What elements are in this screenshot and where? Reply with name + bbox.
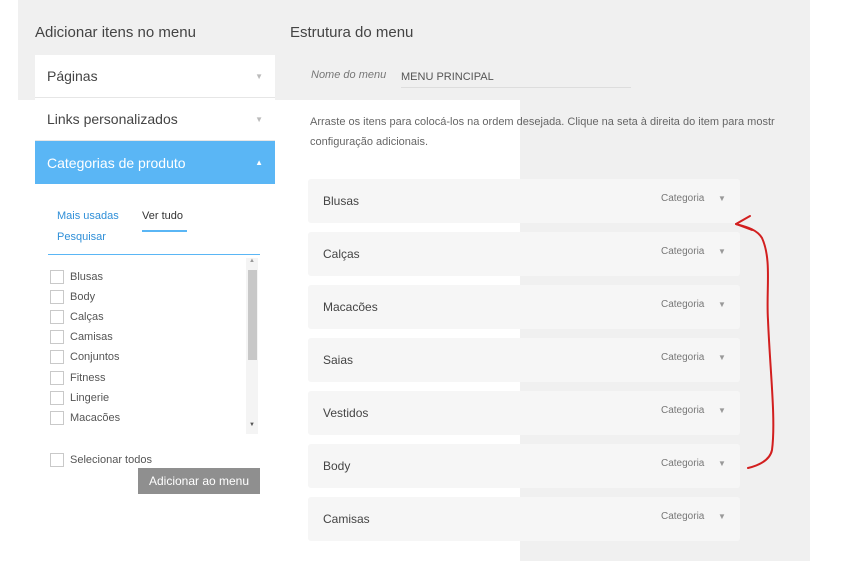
caret-down-icon[interactable]: ▼ xyxy=(718,512,726,521)
category-label: Fitness xyxy=(70,372,106,384)
caret-down-icon[interactable]: ▼ xyxy=(718,247,726,256)
accordion-label: Links personalizados xyxy=(47,111,178,127)
menu-item[interactable]: Body Categoria ▼ xyxy=(308,444,740,488)
menu-item-type: Categoria xyxy=(661,352,705,363)
category-option[interactable]: Body xyxy=(50,288,95,306)
instructions: Arraste os itens para colocá-los na orde… xyxy=(310,112,815,152)
menu-item-title: Vestidos xyxy=(323,406,369,420)
scroll-down-icon[interactable]: ▼ xyxy=(249,422,255,428)
caret-up-icon: ▲ xyxy=(255,158,263,167)
menu-item[interactable]: Saias Categoria ▼ xyxy=(308,338,740,382)
accordion-label: Páginas xyxy=(47,68,98,84)
scroll-up-icon[interactable]: ▲ xyxy=(249,258,255,264)
category-label: Camisas xyxy=(70,331,113,343)
menu-name-bar: Nome do menu xyxy=(290,55,810,100)
menu-item-title: Blusas xyxy=(323,194,360,208)
checkbox[interactable] xyxy=(50,411,64,425)
category-label: Body xyxy=(70,291,96,303)
menu-item-type: Categoria xyxy=(661,405,705,416)
instructions-line: Arraste os itens para colocá-los na orde… xyxy=(310,116,775,128)
caret-down-icon[interactable]: ▼ xyxy=(718,194,726,203)
menu-item-type: Categoria xyxy=(661,246,705,257)
category-label: Lingerie xyxy=(70,392,110,404)
menu-item-type: Categoria xyxy=(661,511,705,522)
select-all-label: Selecionar todos xyxy=(70,454,152,466)
caret-down-icon: ▼ xyxy=(255,71,263,81)
checkbox[interactable] xyxy=(50,453,64,467)
category-label: Macacões xyxy=(70,412,121,424)
caret-down-icon[interactable]: ▼ xyxy=(718,406,726,415)
accordion-label: Categorias de produto xyxy=(47,154,186,171)
menu-item[interactable]: Macacões Categoria ▼ xyxy=(308,285,740,329)
menu-item-title: Saias xyxy=(323,353,354,367)
add-to-menu-button[interactable]: Adicionar ao menu xyxy=(138,468,260,494)
menu-name-label: Nome do menu xyxy=(311,69,387,81)
instructions-line: configuração adicionais. xyxy=(310,136,429,148)
annotation-arrow xyxy=(735,215,775,469)
menu-item[interactable]: Vestidos Categoria ▼ xyxy=(308,391,740,435)
menu-item-title: Macacões xyxy=(323,300,378,314)
caret-down-icon: ▼ xyxy=(255,114,263,124)
caret-down-icon[interactable]: ▼ xyxy=(718,459,726,468)
category-option[interactable]: Blusas xyxy=(50,268,103,286)
category-option[interactable]: Calças xyxy=(50,308,104,326)
category-option[interactable]: Camisas xyxy=(50,328,113,346)
menu-item-title: Body xyxy=(323,459,351,473)
checkbox[interactable] xyxy=(50,330,64,344)
menu-name-input[interactable] xyxy=(401,67,631,88)
accordion-pages[interactable]: Páginas ▼ xyxy=(35,55,275,98)
checkbox[interactable] xyxy=(50,310,64,324)
category-label: Blusas xyxy=(70,271,104,283)
menu-item-type: Categoria xyxy=(661,458,705,469)
category-option[interactable]: Conjuntos xyxy=(50,348,120,366)
scrollbar-thumb[interactable] xyxy=(248,270,257,360)
category-option[interactable]: Fitness xyxy=(50,369,105,387)
menu-item-type: Categoria xyxy=(661,193,705,204)
tabs-divider xyxy=(48,254,260,255)
menu-item-title: Calças xyxy=(323,247,360,261)
accordion-product-categories[interactable]: Categorias de produto ▲ xyxy=(35,141,275,184)
category-option[interactable]: Lingerie xyxy=(50,389,109,407)
checkbox[interactable] xyxy=(50,371,64,385)
tab-search[interactable]: Pesquisar xyxy=(57,231,106,243)
caret-down-icon[interactable]: ▼ xyxy=(718,353,726,362)
category-label: Conjuntos xyxy=(70,351,120,363)
menu-item[interactable]: Calças Categoria ▼ xyxy=(308,232,740,276)
checkbox[interactable] xyxy=(50,350,64,364)
category-label: Calças xyxy=(70,311,104,323)
caret-down-icon[interactable]: ▼ xyxy=(718,300,726,309)
menu-item-title: Camisas xyxy=(323,512,370,526)
category-option[interactable]: Macacões xyxy=(50,409,120,427)
checkbox[interactable] xyxy=(50,290,64,304)
menu-item[interactable]: Camisas Categoria ▼ xyxy=(308,497,740,541)
menu-item-type: Categoria xyxy=(661,299,705,310)
checkbox[interactable] xyxy=(50,391,64,405)
tab-most-used[interactable]: Mais usadas xyxy=(57,210,119,222)
menu-structure-title: Estrutura do menu xyxy=(290,24,414,41)
tab-view-all-underline xyxy=(142,230,187,232)
tab-view-all[interactable]: Ver tudo xyxy=(142,210,183,222)
add-items-title: Adicionar itens no menu xyxy=(35,24,196,41)
select-all[interactable]: Selecionar todos xyxy=(50,450,152,470)
checkbox[interactable] xyxy=(50,270,64,284)
accordion-custom-links[interactable]: Links personalizados ▼ xyxy=(35,98,275,141)
menu-item[interactable]: Blusas Categoria ▼ xyxy=(308,179,740,223)
